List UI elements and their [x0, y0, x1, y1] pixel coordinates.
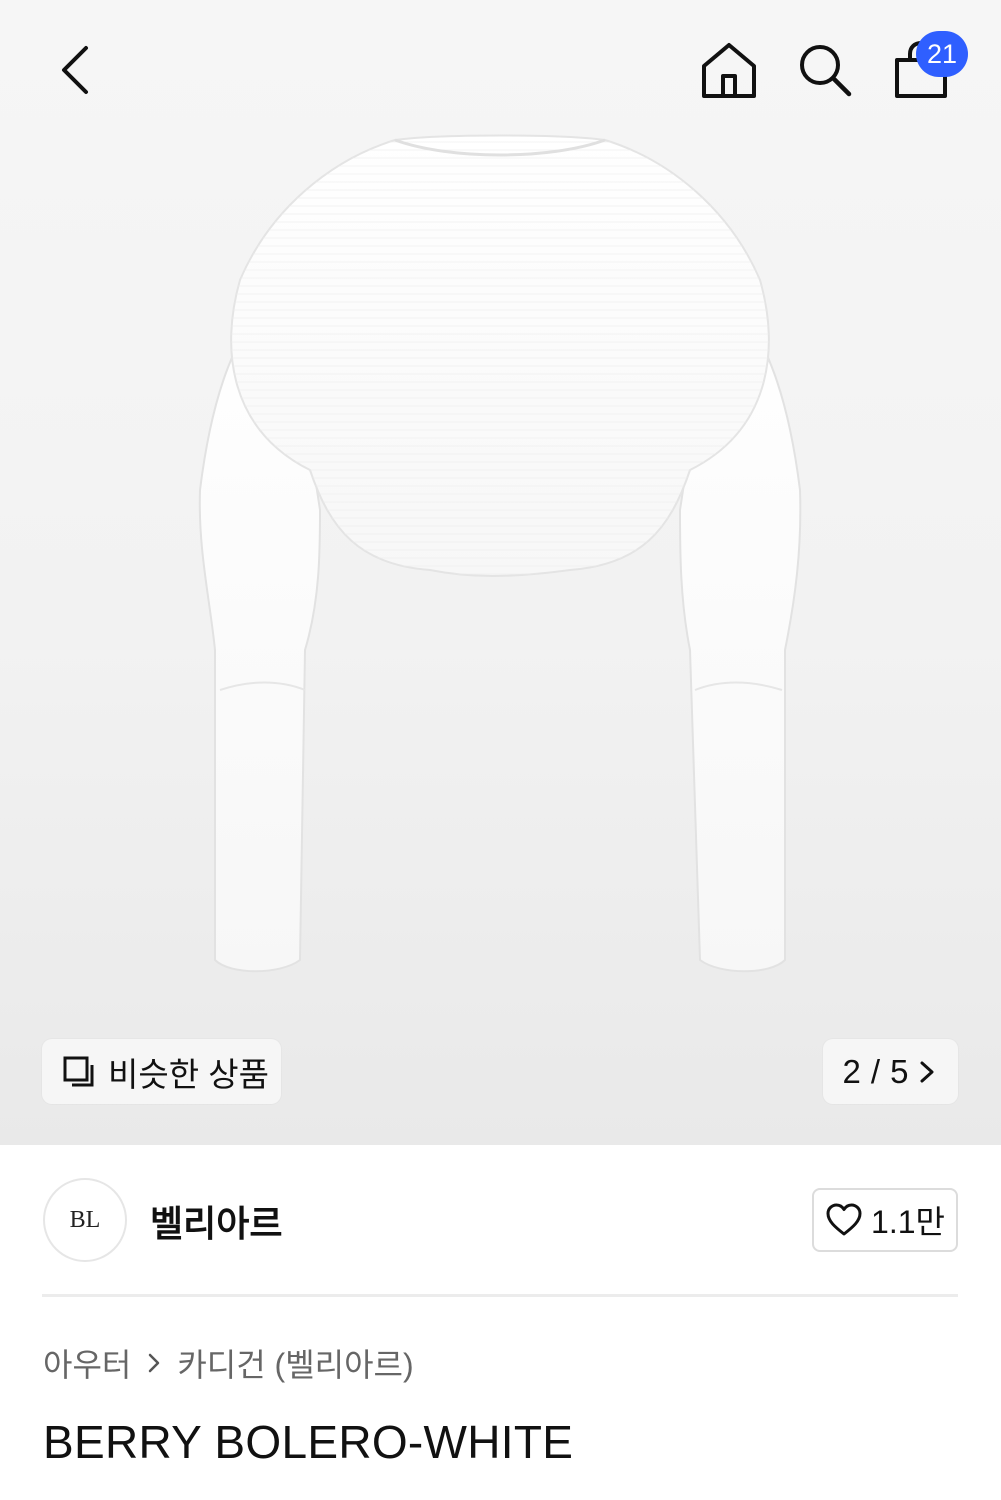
like-count: 1.1만	[871, 1204, 945, 1240]
chevron-left-icon	[62, 46, 88, 94]
total-pages: 5	[890, 1052, 909, 1090]
search-icon	[800, 45, 852, 97]
chevron-right-icon	[920, 1061, 934, 1082]
back-button[interactable]	[40, 30, 112, 110]
like-button[interactable]: 1.1만	[812, 1188, 958, 1252]
home-icon	[702, 43, 756, 98]
cart-count-badge: 21	[916, 31, 968, 77]
breadcrumb-item-category[interactable]: 아우터	[43, 1340, 131, 1386]
brand-logo-text: BL	[69, 1206, 101, 1233]
product-image-gallery[interactable]: 21 비슷한 상품 2 / 5	[0, 0, 1001, 1145]
brand-row: BL 벨리아르 1.1만	[0, 1145, 1001, 1295]
brand-logo[interactable]: BL	[43, 1178, 127, 1262]
page-separator: /	[870, 1052, 881, 1090]
breadcrumb-item-subcategory[interactable]: 카디건 (벨리아르)	[177, 1340, 413, 1386]
breadcrumb: 아우터 카디건 (벨리아르)	[43, 1340, 414, 1386]
divider	[42, 1294, 958, 1297]
brand-name[interactable]: 벨리아르	[150, 1195, 282, 1247]
heart-icon	[826, 1203, 862, 1236]
similar-products-label: 비슷한 상품	[108, 1055, 269, 1093]
product-photo	[198, 134, 802, 973]
current-page: 2	[842, 1052, 861, 1090]
search-button[interactable]	[786, 30, 864, 110]
copy-icon	[63, 1056, 94, 1086]
home-button[interactable]	[690, 30, 768, 110]
image-pager[interactable]: 2 / 5	[823, 1039, 958, 1104]
product-title: BERRY BOLERO-WHITE	[43, 1416, 574, 1468]
similar-products-button[interactable]: 비슷한 상품	[42, 1039, 281, 1104]
chevron-right-icon	[149, 1353, 160, 1373]
